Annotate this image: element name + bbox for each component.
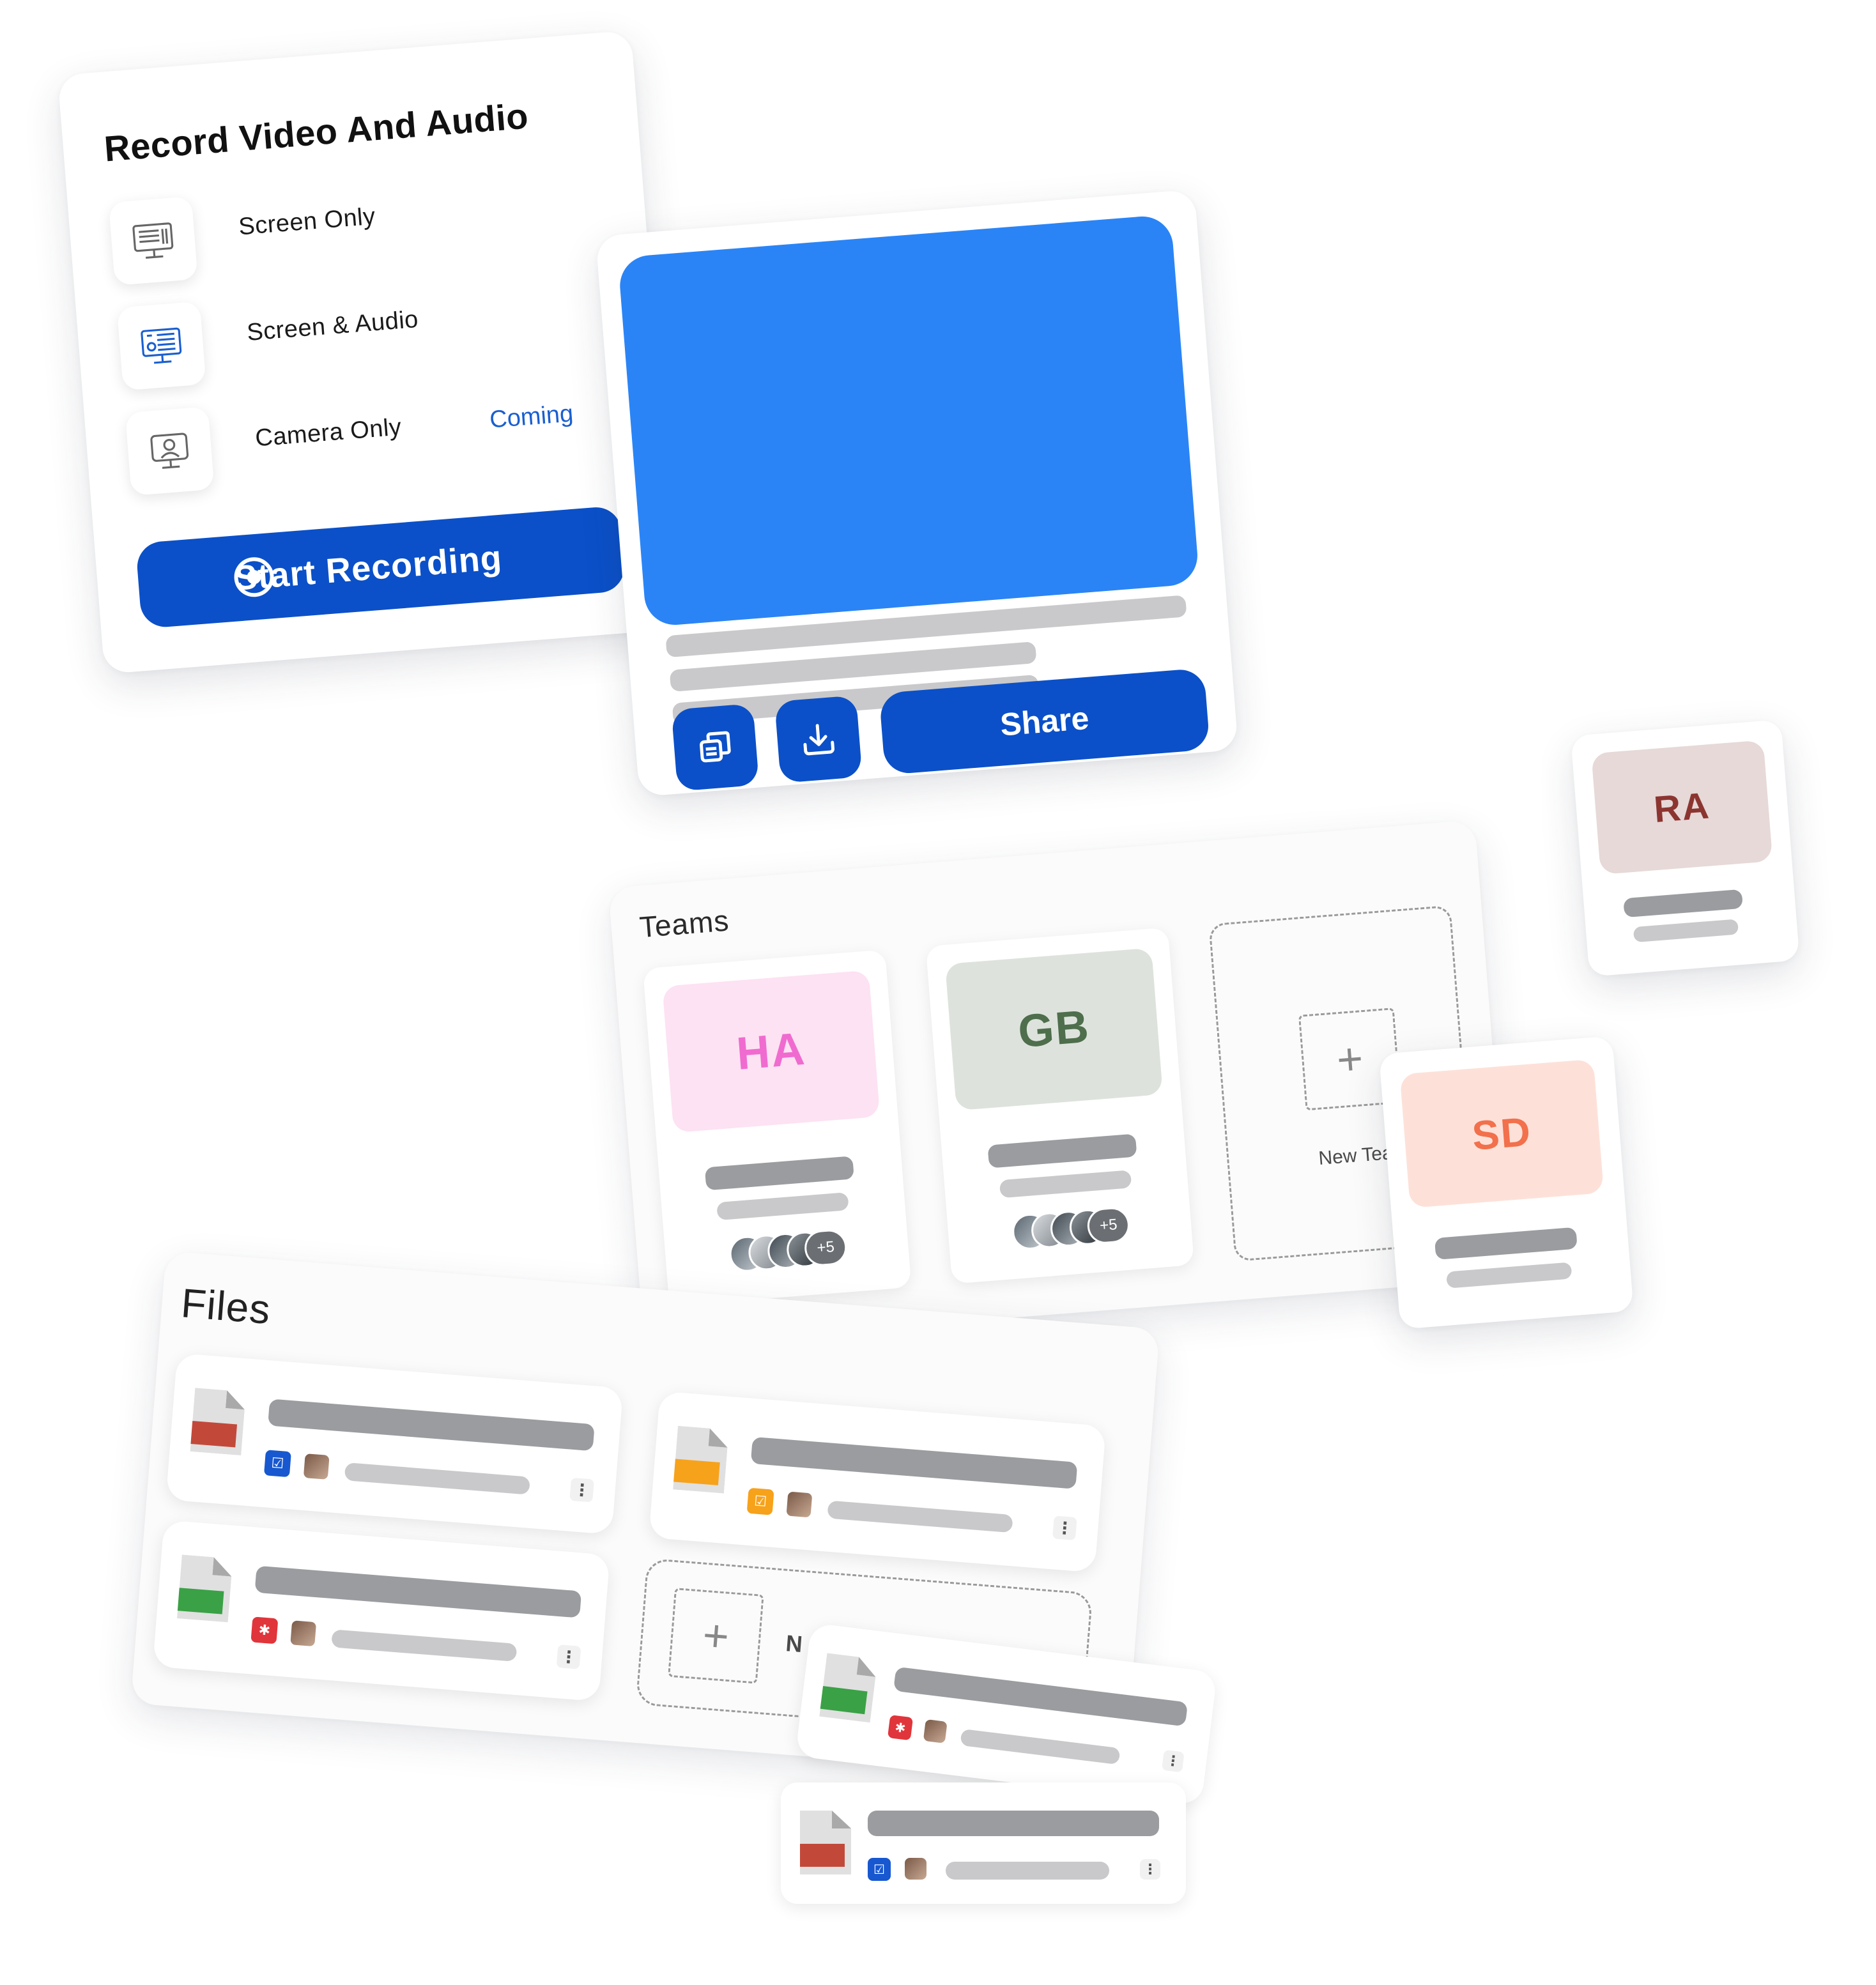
start-recording-button[interactable]: Start Recording [135,505,627,629]
file-meta-placeholder [946,1862,1109,1880]
team-card-ra[interactable]: RA [1571,719,1800,977]
owner-avatar [786,1491,813,1518]
record-card: Record Video And Audio Screen Only Scree… [58,30,678,675]
team-members[interactable]: +5 [728,1227,858,1273]
team-name-placeholder [704,1156,854,1191]
start-recording-label: Start Recording [233,538,504,598]
monitor-audio-icon [141,327,182,364]
file-name-placeholder [868,1811,1159,1836]
team-members[interactable]: +5 [1011,1205,1141,1251]
owner-avatar [303,1453,330,1480]
screen-audio-label[interactable]: Screen & Audio [246,306,420,347]
monitor-icon [132,222,174,259]
team-avatar-gb: GB [944,947,1164,1111]
file-meta-placeholder [344,1462,530,1495]
owner-avatar [905,1858,926,1880]
team-avatar-sd: SD [1399,1059,1604,1208]
download-icon [803,724,834,756]
team-card-sd[interactable]: SD [1379,1036,1634,1330]
team-name-placeholder [1623,889,1743,918]
screen-only-label[interactable]: Screen Only [238,203,376,241]
camera-only-option-icon[interactable] [125,406,215,496]
webcam-icon [150,433,189,469]
copy-button[interactable] [671,703,760,792]
teams-panel: Teams HA +5 GB +5 + New Tea [608,820,1511,1347]
floating-file-card-2[interactable]: ☑ ⋮ [781,1782,1186,1904]
file-meta-placeholder [331,1629,518,1662]
file-card[interactable]: ☑ ⋮ [649,1391,1107,1573]
task-icon: ☑ [746,1487,774,1515]
team-avatar-ha: HA [662,970,880,1133]
more-options-icon[interactable]: ⋮ [569,1477,595,1503]
team-card-ha[interactable]: HA +5 [643,949,912,1307]
record-title: Record Video And Audio [102,95,530,169]
new-team-label: New Tea [1318,1142,1394,1170]
team-desc-placeholder [1446,1262,1572,1289]
share-label: Share [999,700,1091,743]
copy-icon [700,731,731,763]
screen-audio-option-icon[interactable] [116,301,206,391]
plus-icon: + [668,1588,764,1684]
team-desc-placeholder [1633,919,1739,943]
download-button[interactable] [774,695,863,783]
file-icon [190,1388,246,1455]
team-initials: RA [1652,784,1712,831]
bug-icon: ✱ [250,1616,279,1644]
more-members-badge: +5 [803,1228,849,1268]
file-icon [177,1554,233,1622]
file-card[interactable]: ✱ ⋮ [152,1520,610,1702]
file-icon [800,1811,851,1874]
team-name-placeholder [987,1133,1137,1169]
file-name-placeholder [750,1436,1078,1489]
screen-only-option-icon[interactable] [108,196,198,286]
more-options-icon[interactable]: ⋮ [1052,1515,1077,1541]
file-card[interactable]: ☑ ⋮ [165,1353,624,1535]
new-file-label: N [785,1630,804,1657]
team-avatar-ra: RA [1591,740,1773,875]
file-name-placeholder [268,1399,595,1452]
video-preview[interactable] [617,214,1200,627]
camera-only-label[interactable]: Camera Only [254,414,403,453]
file-name-placeholder [893,1666,1188,1727]
bug-icon: ✱ [887,1715,914,1741]
team-name-placeholder [1434,1227,1578,1260]
more-options-icon[interactable]: ⋮ [1161,1749,1185,1773]
file-icon [819,1653,878,1722]
files-heading: Files [179,1280,273,1333]
teams-heading: Teams [638,903,731,944]
floating-file-card[interactable]: ✱ ⋮ [795,1623,1218,1806]
coming-soon-label: Coming [488,400,574,434]
team-card-gb[interactable]: GB +5 [925,927,1195,1284]
task-icon: ☑ [868,1858,891,1881]
more-options-icon[interactable]: ⋮ [556,1644,581,1669]
team-initials: HA [734,1023,808,1080]
team-initials: SD [1470,1108,1534,1159]
file-meta-placeholder [827,1500,1013,1533]
owner-avatar [923,1719,948,1744]
file-icon [673,1426,729,1494]
team-desc-placeholder [999,1170,1132,1199]
task-icon: ☑ [263,1450,291,1478]
more-options-icon[interactable]: ⋮ [1140,1859,1160,1880]
team-initials: GB [1016,1000,1092,1058]
more-members-badge: +5 [1086,1206,1131,1245]
owner-avatar [290,1620,317,1647]
file-meta-placeholder [960,1728,1121,1765]
file-name-placeholder [254,1565,582,1618]
team-desc-placeholder [716,1192,849,1221]
video-preview-card: Share [596,189,1239,797]
